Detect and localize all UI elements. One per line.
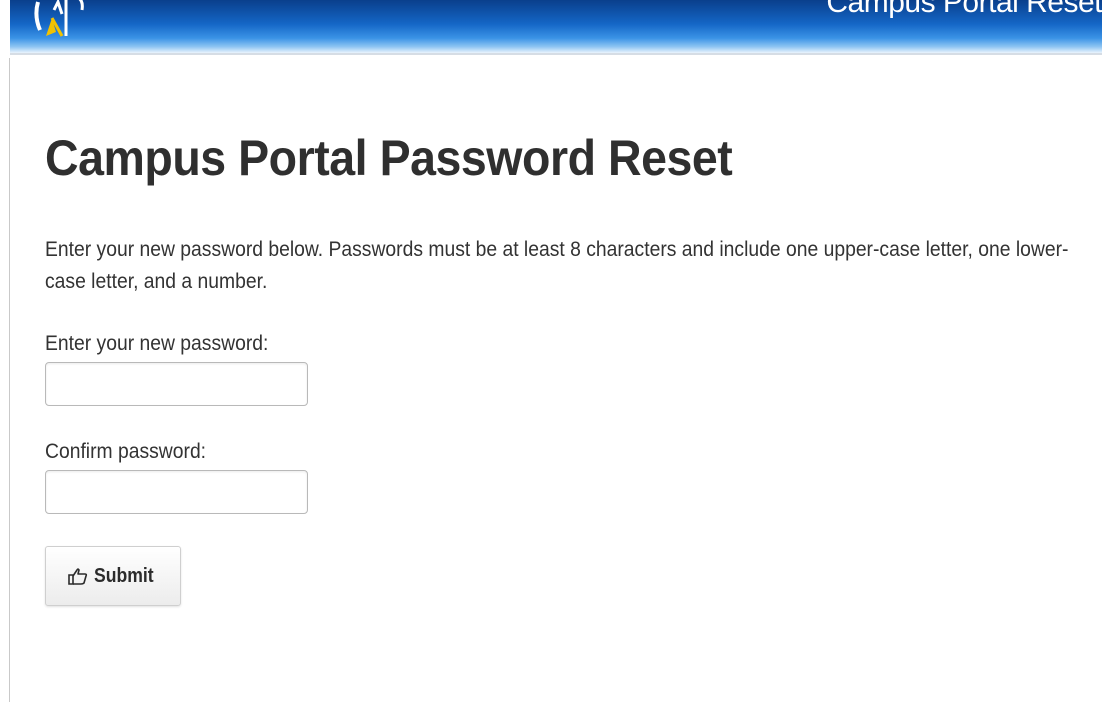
instructions-text: Enter your new password below. Passwords… — [45, 238, 1069, 293]
hand-pointer-icon — [66, 566, 88, 586]
new-password-label: Enter your new password: — [45, 332, 269, 355]
new-password-input[interactable] — [45, 362, 308, 406]
campus-logo-icon — [32, 0, 92, 44]
header-title: Campus Portal Reset — [826, 0, 1102, 19]
header-banner: Campus Portal Reset — [10, 0, 1102, 55]
confirm-password-label: Confirm password: — [45, 440, 207, 463]
left-border — [9, 58, 10, 702]
main-content: Campus Portal Password Reset Enter your … — [45, 128, 1102, 606]
submit-button[interactable]: Submit — [45, 546, 181, 606]
submit-button-label: Submit — [94, 564, 154, 587]
page-title: Campus Portal Password Reset — [45, 130, 733, 186]
confirm-password-input[interactable] — [45, 470, 308, 514]
